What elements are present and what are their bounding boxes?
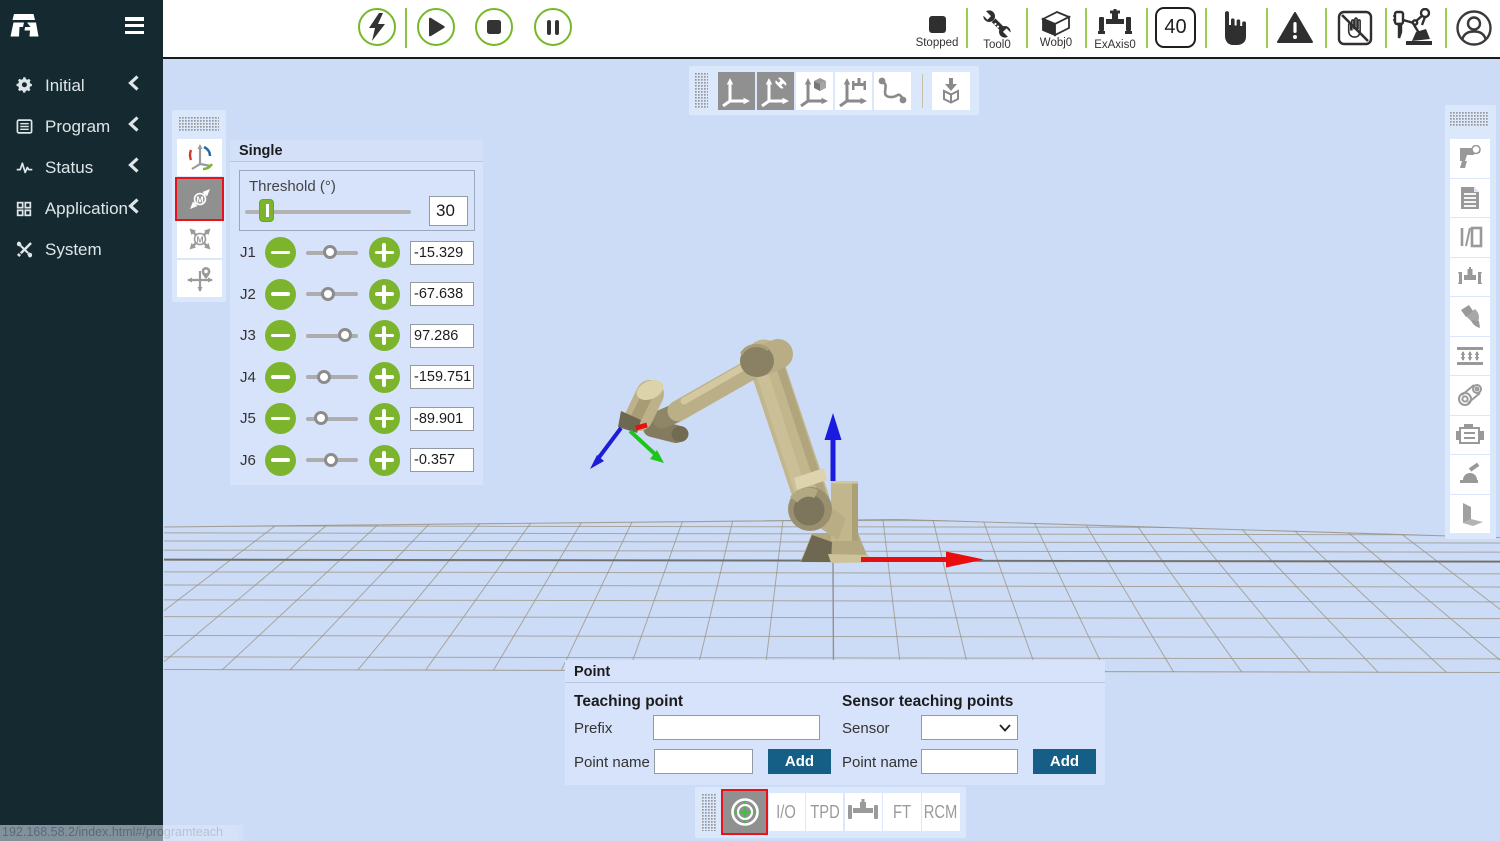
svg-text:M: M (196, 194, 203, 204)
svg-text:M: M (196, 234, 203, 244)
